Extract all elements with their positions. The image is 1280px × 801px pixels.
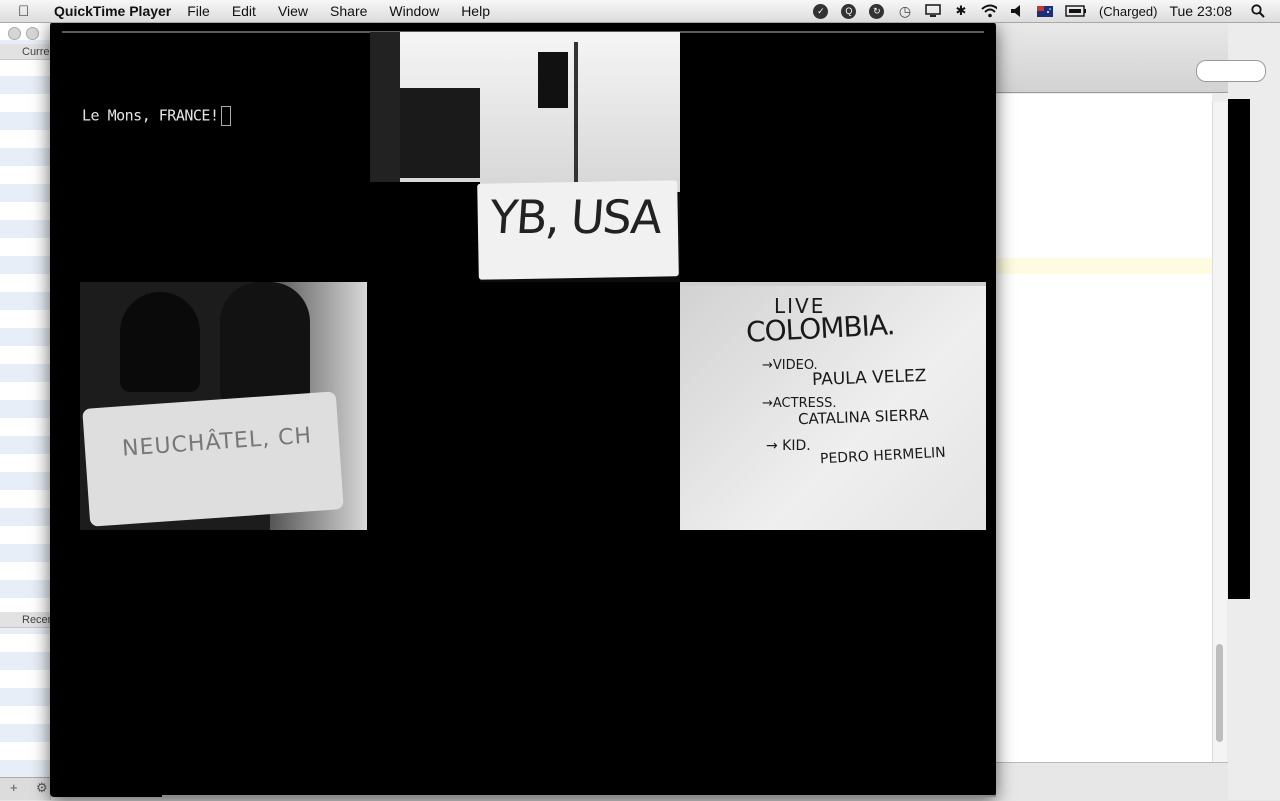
editor-scroll-thumb[interactable] — [1216, 644, 1223, 742]
time-machine-icon[interactable]: ◷ — [897, 3, 913, 19]
menu-window[interactable]: Window — [389, 3, 439, 19]
window-minimize-icon[interactable] — [26, 27, 39, 40]
neuchatel-sign — [82, 391, 344, 527]
check-status-icon[interactable]: ✓ — [813, 3, 829, 19]
battery-status: (Charged) — [1098, 3, 1158, 19]
playback-scrubber-bar[interactable] — [162, 795, 996, 797]
gear-icon[interactable]: ⚙ — [36, 780, 48, 796]
background-editor-window — [996, 22, 1280, 801]
video-panel-usa: YB, USA — [370, 32, 680, 282]
q-status-icon[interactable]: Q — [841, 3, 857, 19]
display-icon[interactable] — [925, 3, 941, 19]
quicktime-video-window[interactable]: Le Mons, FRANCE! YB, USA NEUCHÂTEL, CH L… — [50, 22, 996, 797]
editor-toolbar — [996, 22, 1228, 93]
spotlight-search-icon[interactable] — [1250, 3, 1266, 19]
sidebar-bottom-bar: + ⚙ — [0, 777, 50, 800]
editor-search-field[interactable] — [1196, 60, 1266, 82]
window-close-icon[interactable] — [8, 27, 21, 40]
background-sidebar: Curre Recen + ⚙ — [0, 22, 51, 800]
wifi-icon[interactable] — [981, 3, 997, 19]
video-panel-colombia: LIVE COLOMBIA. →VIDEO. PAULA VELEZ →ACTR… — [680, 282, 986, 530]
menu-file[interactable]: File — [187, 3, 210, 19]
sidebar-header-recent: Recen — [0, 612, 50, 628]
video-panel-neuchatel: NEUCHÂTEL, CH — [80, 282, 367, 530]
editor-document[interactable] — [996, 94, 1212, 794]
colombia-line-3: →VIDEO. — [762, 358, 818, 373]
bluetooth-icon[interactable]: ✱ — [953, 3, 969, 19]
flag-icon[interactable] — [1036, 3, 1053, 19]
video-caption: Le Mons, FRANCE! — [82, 106, 231, 126]
editor-highlighted-line — [996, 258, 1212, 274]
colombia-line-4: PAULA VELEZ — [811, 366, 927, 390]
menu-share[interactable]: Share — [330, 3, 367, 19]
battery-icon[interactable] — [1065, 3, 1087, 19]
menu-help[interactable]: Help — [461, 3, 490, 19]
editor-status-bar — [996, 762, 1228, 801]
add-icon[interactable]: + — [10, 780, 18, 795]
menu-bar:  QuickTime Player File Edit View Share … — [0, 0, 1280, 23]
menu-clock[interactable]: Tue 23:08 — [1169, 3, 1232, 19]
text-cursor-icon — [220, 106, 231, 126]
menu-view[interactable]: View — [278, 3, 308, 19]
sync-icon[interactable]: ↻ — [869, 3, 885, 19]
usa-sign-text: YB, USA — [488, 190, 662, 244]
menu-app-name[interactable]: QuickTime Player — [54, 3, 171, 19]
apple-menu-icon[interactable]:  — [18, 3, 40, 20]
volume-icon[interactable] — [1009, 3, 1025, 19]
menu-edit[interactable]: Edit — [232, 3, 256, 19]
sidebar-header-current: Curre — [0, 44, 50, 60]
terminal-strip — [1228, 99, 1250, 599]
colombia-line-7: → KID. — [766, 438, 811, 454]
